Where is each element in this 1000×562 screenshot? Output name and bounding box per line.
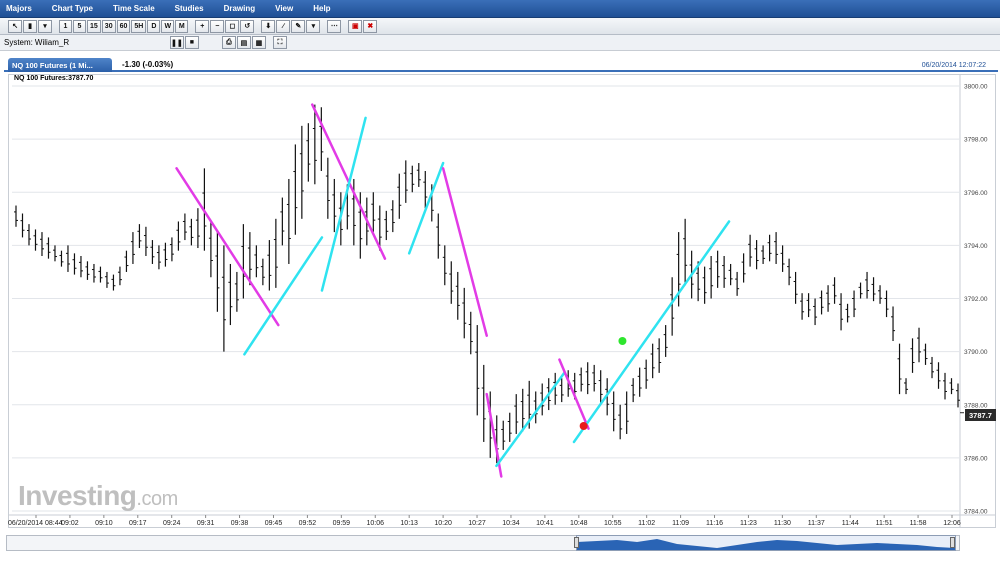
logo-text: Investing xyxy=(18,480,137,511)
menu-time-scale[interactable]: Time Scale xyxy=(113,4,155,13)
x-tick-label: 10:48 xyxy=(570,520,588,527)
menu-view[interactable]: View xyxy=(275,4,293,13)
interval-15-button[interactable]: 15 xyxy=(87,19,101,33)
x-tick-label: 06/20/2014 08:44 xyxy=(8,520,63,527)
system-row: System: Wiliam_R ❚❚ ■ ⎙ ▤ ▦ ⛶ xyxy=(0,35,1000,51)
menu-studies[interactable]: Studies xyxy=(175,4,204,13)
x-tick-label: 10:55 xyxy=(604,520,622,527)
price-change: -1.30 (-0.03%) xyxy=(122,60,174,69)
navigator-left-handle[interactable] xyxy=(574,537,579,548)
timestamp: 06/20/2014 12:07:22 xyxy=(921,62,986,69)
toolbar: ↖ ▮ ▾ 1 5 15 30 60 5H D W M + − ◻ ↺ ⬇ ∕ … xyxy=(0,18,1000,35)
print-icon[interactable]: ⎙ xyxy=(221,36,236,49)
x-tick-label: 09:52 xyxy=(299,520,317,527)
x-tick-label: 09:38 xyxy=(231,520,249,527)
x-tick-label: 11:09 xyxy=(672,520,689,527)
chevron-down-icon[interactable]: ▾ xyxy=(306,19,321,33)
x-tick-label: 10:20 xyxy=(434,520,452,527)
system-value[interactable]: Wiliam_R xyxy=(35,38,135,47)
interval-w-button[interactable]: W xyxy=(161,19,175,33)
trendline xyxy=(495,371,566,468)
interval-30-button[interactable]: 30 xyxy=(101,19,116,33)
x-tick-label: 09:10 xyxy=(95,520,113,527)
trendline xyxy=(558,358,590,430)
x-tick-label: 10:41 xyxy=(536,520,554,527)
zoom-fit-icon[interactable]: ◻ xyxy=(225,19,240,33)
tab-nq100-futures[interactable]: NQ 100 Futures (1 Mi... xyxy=(8,58,112,72)
x-tick-label: 11:16 xyxy=(706,520,723,527)
x-tick-label: 12:06 xyxy=(943,520,961,527)
x-tick-label: 10:13 xyxy=(400,520,418,527)
pause-icon[interactable]: ❚❚ xyxy=(169,36,184,49)
navigator-right-handle[interactable] xyxy=(950,537,955,548)
system-label: System: xyxy=(4,38,33,47)
interval-d-button[interactable]: D xyxy=(147,19,161,33)
zoom-reset-icon[interactable]: ↺ xyxy=(240,19,255,33)
pointer-icon[interactable]: ↖ xyxy=(8,19,22,33)
interval-5h-button[interactable]: 5H xyxy=(131,19,147,33)
y-tick-label: 3796.00 xyxy=(964,190,988,197)
menu-chart-type[interactable]: Chart Type xyxy=(52,4,93,13)
chart-tab-strip: NQ 100 Futures (1 Mi... -1.30 (-0.03%) 0… xyxy=(4,58,998,72)
navigator-selection[interactable] xyxy=(576,535,956,551)
interval-m-button[interactable]: M xyxy=(175,19,189,33)
line-tool-icon[interactable]: ∕ xyxy=(276,19,291,33)
interval-5-button[interactable]: 5 xyxy=(73,19,86,33)
layout-icon[interactable]: ▦ xyxy=(251,36,266,49)
close-icon[interactable]: ✖ xyxy=(363,19,378,33)
y-tick-label: 3790.00 xyxy=(964,349,988,356)
x-tick-label: 09:59 xyxy=(333,520,351,527)
x-tick-label: 09:24 xyxy=(163,520,181,527)
pencil-icon[interactable]: ✎ xyxy=(291,19,306,33)
x-tick-label: 11:23 xyxy=(740,520,757,527)
zoom-out-icon[interactable]: − xyxy=(210,19,225,33)
download-icon[interactable]: ⬇ xyxy=(261,19,276,33)
chevron-down-icon[interactable]: ▾ xyxy=(38,19,52,33)
fullscreen-icon[interactable]: ⛶ xyxy=(272,36,287,49)
menu-bar: Majors Chart Type Time Scale Studies Dra… xyxy=(0,0,1000,18)
y-tick-label: 3800.00 xyxy=(964,84,988,91)
x-tick-label: 10:34 xyxy=(502,520,520,527)
x-tick-label: 11:51 xyxy=(876,520,893,527)
x-tick-label: 10:27 xyxy=(468,520,486,527)
y-tick-label: 3784.00 xyxy=(964,509,988,516)
x-tick-label: 11:44 xyxy=(842,520,859,527)
settings-icon[interactable]: ⋯ xyxy=(327,19,342,33)
interval-1-button[interactable]: 1 xyxy=(59,19,72,33)
y-tick-label: 3794.00 xyxy=(964,243,988,250)
trendline xyxy=(572,220,731,444)
menu-help[interactable]: Help xyxy=(313,4,330,13)
symbol-label: NQ 100 Futures:3787.70 xyxy=(14,75,94,82)
x-tick-label: 10:06 xyxy=(366,520,384,527)
menu-majors[interactable]: Majors xyxy=(6,4,32,13)
stop-icon[interactable]: ■ xyxy=(184,36,199,49)
y-tick-label: 3792.00 xyxy=(964,296,988,303)
x-tick-label: 09:02 xyxy=(61,520,79,527)
y-tick-label: 3798.00 xyxy=(964,137,988,144)
x-tick-label: 09:31 xyxy=(197,520,215,527)
x-tick-label: 09:45 xyxy=(265,520,283,527)
last-price-badge: 3787.7 xyxy=(965,409,996,421)
x-tick-label: 09:17 xyxy=(129,520,147,527)
trendline xyxy=(441,167,488,337)
bar-chart-type-icon[interactable]: ▮ xyxy=(23,19,37,33)
signal-marker xyxy=(579,422,588,430)
x-tick-label: 11:37 xyxy=(808,520,825,527)
interval-60-button[interactable]: 60 xyxy=(116,19,131,33)
logo-suffix: .com xyxy=(136,488,178,510)
signal-marker xyxy=(618,337,627,345)
y-tick-label: 3786.00 xyxy=(964,455,988,462)
delete-drawing-icon[interactable]: ▣ xyxy=(348,19,363,33)
save-icon[interactable]: ▤ xyxy=(236,36,251,49)
menu-drawing[interactable]: Drawing xyxy=(224,4,256,13)
price-chart[interactable]: 3800.00 3798.00 3796.00 3794.00 3792.00 3790.… xyxy=(8,74,996,528)
investing-logo: Investing.com xyxy=(18,480,178,512)
x-tick-label: 11:58 xyxy=(910,520,927,527)
x-tick-label: 11:02 xyxy=(638,520,655,527)
x-tick-label: 11:30 xyxy=(774,520,791,527)
zoom-in-icon[interactable]: + xyxy=(195,19,210,33)
